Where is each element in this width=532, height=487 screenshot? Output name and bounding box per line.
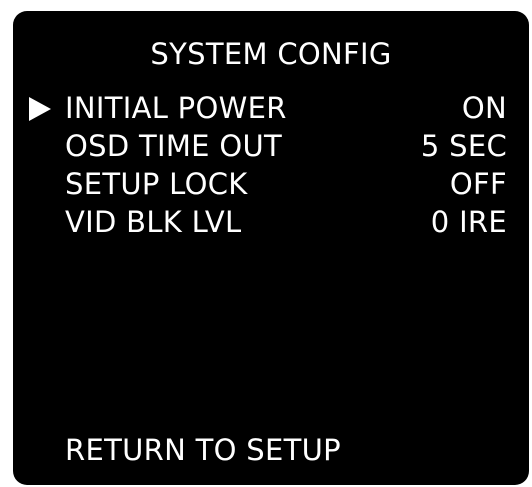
menu-item-value[interactable]: 5 SEC xyxy=(421,129,507,163)
osd-menu-panel: SYSTEM CONFIG INITIAL POWER ON OSD TIME … xyxy=(13,11,529,485)
menu-item-vid-blk-lvl[interactable]: VID BLK LVL 0 IRE xyxy=(13,205,529,243)
menu-title: SYSTEM CONFIG xyxy=(150,37,392,71)
menu-item-label: SETUP LOCK xyxy=(65,167,248,201)
menu-item-value[interactable]: ON xyxy=(462,91,507,125)
menu-item-value[interactable]: 0 IRE xyxy=(431,205,507,239)
menu-list: INITIAL POWER ON OSD TIME OUT 5 SEC SETU… xyxy=(13,91,529,243)
menu-item-label: OSD TIME OUT xyxy=(65,129,282,163)
menu-item-setup-lock[interactable]: SETUP LOCK OFF xyxy=(13,167,529,205)
menu-item-osd-time-out[interactable]: OSD TIME OUT 5 SEC xyxy=(13,129,529,167)
selection-cursor-icon xyxy=(29,97,51,121)
return-to-setup-item[interactable]: RETURN TO SETUP xyxy=(65,433,341,467)
menu-item-label: INITIAL POWER xyxy=(65,91,287,125)
menu-item-value[interactable]: OFF xyxy=(450,167,507,201)
menu-item-initial-power[interactable]: INITIAL POWER ON xyxy=(13,91,529,129)
menu-item-label: VID BLK LVL xyxy=(65,205,242,239)
